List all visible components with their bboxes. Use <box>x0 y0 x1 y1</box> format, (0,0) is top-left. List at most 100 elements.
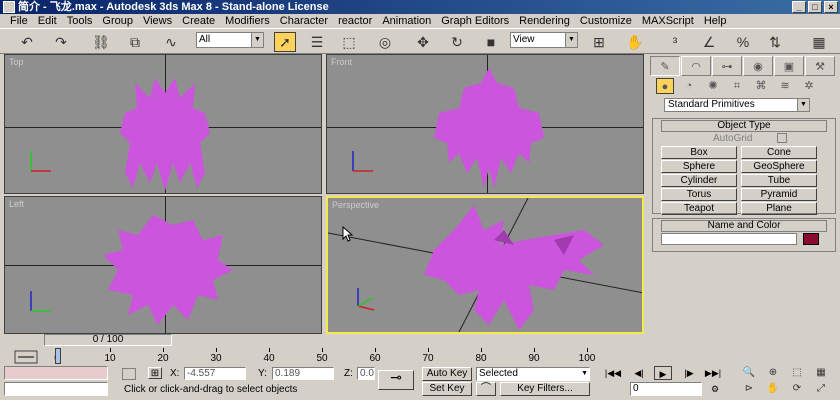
viewport-label[interactable]: Left <box>9 199 24 209</box>
scale-icon[interactable]: ■ <box>480 32 502 52</box>
auto-key-button[interactable]: Auto Key <box>422 367 472 381</box>
cameras-icon[interactable]: ⌗ <box>728 78 746 94</box>
hierarchy-tab-icon[interactable]: ⊶ <box>712 56 742 76</box>
key-filters-button[interactable]: Key Filters... <box>500 382 590 396</box>
cone-button[interactable]: Cone <box>741 146 817 159</box>
set-key-button[interactable]: Set Key <box>422 382 472 396</box>
rectangular-selection-icon[interactable]: ⬚ <box>338 32 360 52</box>
maximize-viewport-icon[interactable]: ⤢ <box>812 382 830 396</box>
name-color-header[interactable]: Name and Color <box>661 220 827 232</box>
next-frame-icon[interactable]: |▶ <box>680 366 698 380</box>
menu-views[interactable]: Views <box>143 14 172 28</box>
app-icon[interactable] <box>3 1 15 13</box>
pivot-center-icon[interactable]: ⊞ <box>588 32 610 52</box>
maxscript-listener-field[interactable] <box>4 366 108 380</box>
shapes-icon[interactable]: ◔ <box>680 78 698 94</box>
reference-coord-dropdown[interactable]: View ▼ <box>510 32 578 48</box>
y-coordinate-field[interactable]: 0.189 <box>272 367 334 380</box>
motion-tab-icon[interactable]: ◉ <box>743 56 773 76</box>
snap-toggle-icon[interactable]: ³ <box>664 32 686 52</box>
key-selection-dropdown[interactable]: Selected ▼ <box>476 367 590 381</box>
select-by-name-icon[interactable]: ☰ <box>306 32 328 52</box>
create-tab-icon[interactable]: ✎ <box>650 56 680 76</box>
geosphere-button[interactable]: GeoSphere <box>741 160 817 173</box>
menu-customize[interactable]: Customize <box>580 14 632 28</box>
key-mode-icon[interactable]: ⊸ <box>378 370 414 390</box>
object-type-header[interactable]: Object Type <box>661 120 827 132</box>
maximize-button[interactable]: □ <box>808 1 822 13</box>
undo-icon[interactable]: ↶ <box>16 32 38 52</box>
link-icon[interactable]: ⛓ <box>90 32 112 52</box>
sphere-button[interactable]: Sphere <box>661 160 737 173</box>
go-to-start-icon[interactable]: |◀◀ <box>604 366 622 380</box>
torus-button[interactable]: Torus <box>661 188 737 201</box>
lights-icon[interactable]: ✺ <box>704 78 722 94</box>
menu-rendering[interactable]: Rendering <box>519 14 570 28</box>
dragon-model-left[interactable] <box>93 205 243 333</box>
dragon-model-front[interactable] <box>419 63 559 193</box>
time-slider-marker[interactable] <box>55 348 61 364</box>
systems-icon[interactable]: ✲ <box>800 78 818 94</box>
named-selection-icon[interactable]: ▦ <box>808 32 830 52</box>
menu-file[interactable]: File <box>10 14 28 28</box>
default-tangent-icon[interactable]: ⌒ <box>476 382 496 396</box>
menu-maxscript[interactable]: MAXScript <box>642 14 694 28</box>
time-configuration-icon[interactable]: ⚙ <box>706 382 724 396</box>
percent-snap-icon[interactable]: % <box>732 32 754 52</box>
mini-curve-editor-icon[interactable] <box>14 350 38 364</box>
current-frame-field[interactable]: 0 <box>630 382 702 396</box>
zoom-all-icon[interactable]: ⊕ <box>764 366 782 380</box>
bind-space-warp-icon[interactable]: ∿ <box>160 32 182 52</box>
plane-button[interactable]: Plane <box>741 202 817 215</box>
box-button[interactable]: Box <box>661 146 737 159</box>
lock-selection-icon[interactable] <box>122 368 136 380</box>
rotate-icon[interactable]: ↻ <box>446 32 468 52</box>
minimize-button[interactable]: _ <box>792 1 806 13</box>
previous-frame-icon[interactable]: ◀| <box>630 366 648 380</box>
pyramid-button[interactable]: Pyramid <box>741 188 817 201</box>
teapot-button[interactable]: Teapot <box>661 202 737 215</box>
perspective-viewport[interactable]: Perspective <box>326 196 644 334</box>
object-color-swatch[interactable] <box>803 233 819 245</box>
go-to-end-icon[interactable]: ▶▶| <box>704 366 722 380</box>
arc-rotate-icon[interactable]: ⟳ <box>788 382 806 396</box>
front-viewport[interactable]: Front <box>326 54 644 194</box>
dragon-model-perspective[interactable] <box>404 200 614 334</box>
time-slider[interactable]: 0 / 100 <box>44 334 172 346</box>
menu-character[interactable]: Character <box>280 14 328 28</box>
move-icon[interactable]: ✥ <box>412 32 434 52</box>
autogrid-checkbox[interactable] <box>777 133 788 144</box>
menu-animation[interactable]: Animation <box>382 14 431 28</box>
absolute-mode-icon[interactable]: ⊞ <box>148 367 162 379</box>
play-icon[interactable]: ▶ <box>654 366 672 380</box>
primitive-category-dropdown[interactable]: Standard Primitives ▼ <box>664 98 810 112</box>
menu-graph-editors[interactable]: Graph Editors <box>441 14 509 28</box>
helpers-icon[interactable]: ⌘ <box>752 78 770 94</box>
selection-filter-dropdown[interactable]: All ▼ <box>196 32 264 48</box>
unlink-icon[interactable]: ⧉ <box>124 32 146 52</box>
select-object-icon[interactable]: ➚ <box>274 32 296 52</box>
dragon-model-top[interactable] <box>95 73 235 193</box>
menu-tools[interactable]: Tools <box>67 14 93 28</box>
top-viewport[interactable]: Top <box>4 54 322 194</box>
select-manipulate-icon[interactable]: ✋ <box>624 32 646 52</box>
zoom-extents-all-icon[interactable]: ▦ <box>812 366 830 380</box>
menu-help[interactable]: Help <box>704 14 727 28</box>
menu-group[interactable]: Group <box>102 14 133 28</box>
space-warps-icon[interactable]: ≋ <box>776 78 794 94</box>
zoom-icon[interactable]: 🔍 <box>740 366 758 380</box>
spinner-snap-icon[interactable]: ⇅ <box>764 32 786 52</box>
zoom-extents-icon[interactable]: ⬚ <box>788 366 806 380</box>
close-button[interactable]: × <box>824 1 838 13</box>
redo-icon[interactable]: ↷ <box>50 32 72 52</box>
maxscript-output-field[interactable] <box>4 382 108 396</box>
z-coordinate-field[interactable]: 0.0 <box>357 367 375 380</box>
menu-create[interactable]: Create <box>182 14 215 28</box>
tube-button[interactable]: Tube <box>741 174 817 187</box>
left-viewport[interactable]: Left <box>4 196 322 334</box>
utilities-tab-icon[interactable]: ⚒ <box>805 56 835 76</box>
object-name-field[interactable] <box>661 233 797 245</box>
display-tab-icon[interactable]: ▣ <box>774 56 804 76</box>
modify-tab-icon[interactable]: ◠ <box>681 56 711 76</box>
menu-modifiers[interactable]: Modifiers <box>225 14 270 28</box>
